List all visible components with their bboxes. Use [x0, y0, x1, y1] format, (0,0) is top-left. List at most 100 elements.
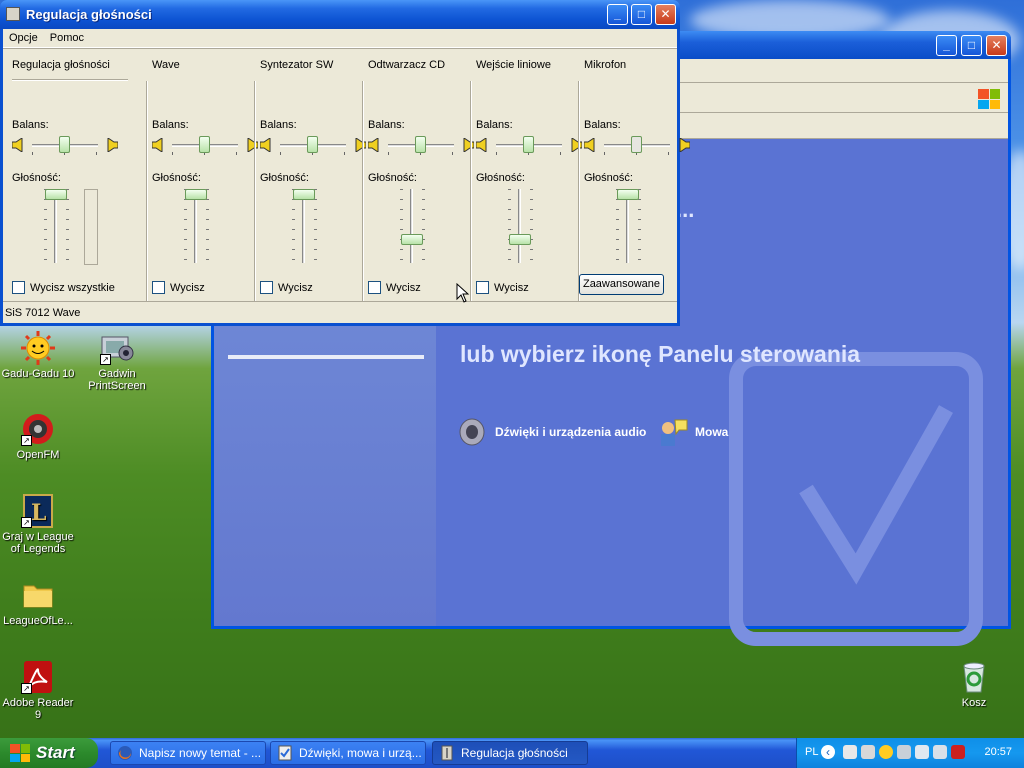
start-button[interactable]: Start: [0, 738, 98, 768]
lol-icon: L ↗: [21, 494, 55, 528]
volume-slider[interactable]: [176, 189, 216, 265]
volume-tick: [184, 249, 187, 250]
volume-track: [194, 189, 197, 263]
control-panel-icon: [277, 745, 293, 761]
volume-slider[interactable]: [36, 189, 76, 265]
mute-label: Wycisz: [170, 281, 205, 294]
volume-track: [302, 189, 305, 263]
checkbox-box[interactable]: [12, 281, 25, 294]
volume-tick: [184, 239, 187, 240]
volume-tick: [184, 259, 187, 260]
balance-slider[interactable]: [367, 136, 478, 155]
volume-tick: [400, 249, 403, 250]
balance-thumb[interactable]: [523, 136, 534, 153]
maximize-button[interactable]: □: [961, 35, 982, 56]
menu-options[interactable]: Opcje: [3, 29, 44, 47]
desktop-icon-gadwin[interactable]: ↗ Gadwin PrintScreen: [79, 331, 155, 392]
balance-slider[interactable]: [583, 136, 694, 155]
volume-thumb[interactable]: [401, 233, 423, 245]
volume-tick: [314, 219, 317, 220]
taskbar-button-volume[interactable]: Regulacja głośności: [432, 741, 588, 765]
printscreen-tray-icon[interactable]: [897, 745, 911, 759]
checkbox-box[interactable]: [476, 281, 489, 294]
balance-thumb[interactable]: [631, 136, 642, 153]
volume-thumb[interactable]: [509, 233, 531, 245]
desktop-icon-gadu-gadu[interactable]: Gadu-Gadu 10: [0, 331, 76, 380]
volume-tick: [508, 209, 511, 210]
maximize-button[interactable]: □: [631, 4, 652, 25]
close-button[interactable]: ✕: [655, 4, 676, 25]
volume-control-window[interactable]: Regulacja głośności _ □ ✕ Opcje Pomoc Re…: [0, 0, 691, 326]
checkbox-box[interactable]: [260, 281, 273, 294]
volume-tick: [422, 209, 425, 210]
volume-tick: [292, 229, 295, 230]
balance-slider[interactable]: [259, 136, 370, 155]
close-button[interactable]: ✕: [986, 35, 1007, 56]
menu-help[interactable]: Pomoc: [44, 29, 90, 47]
volume-thumb[interactable]: [617, 189, 639, 200]
link-sounds-audio[interactable]: Dźwięki i urządzenia audio: [457, 416, 646, 448]
watermark-checklist-icon: [729, 352, 983, 646]
show-hidden-icons-icon[interactable]: ‹: [821, 745, 835, 759]
checkbox-box[interactable]: [152, 281, 165, 294]
balance-slider[interactable]: [475, 136, 586, 155]
desktop-icon-lol[interactable]: L ↗ Graj w League of Legends: [0, 494, 76, 555]
speaker-left-icon: [367, 137, 380, 153]
volume-slider[interactable]: [392, 189, 432, 265]
network-icon[interactable]: [861, 745, 875, 759]
volume-tick: [422, 229, 425, 230]
balance-label: Balans:: [476, 119, 513, 131]
volume-slider[interactable]: [500, 189, 540, 265]
volume-slider[interactable]: [284, 189, 324, 265]
balance-thumb[interactable]: [59, 136, 70, 153]
checkbox-box[interactable]: [368, 281, 381, 294]
mute-checkbox[interactable]: Wycisz: [476, 281, 529, 294]
keyboard-icon[interactable]: [843, 745, 857, 759]
desktop-icon-adobe-reader[interactable]: ↗ Adobe Reader 9: [0, 660, 76, 721]
menu-bar: Opcje Pomoc: [3, 29, 677, 48]
desktop-icon-folder[interactable]: LeagueOfLe...: [0, 578, 76, 627]
minimize-button[interactable]: _: [607, 4, 628, 25]
desktop-icon-label: Kosz: [961, 697, 987, 709]
link-speech[interactable]: Mowa: [657, 416, 728, 448]
desktop-icon-recycle-bin[interactable]: Kosz: [936, 660, 1012, 709]
speaker-left-icon: [583, 137, 596, 153]
mute-checkbox[interactable]: Wycisz wszystkie: [12, 281, 115, 294]
mute-checkbox[interactable]: Wycisz: [260, 281, 313, 294]
balance-slider[interactable]: [151, 136, 262, 155]
volume-tick: [530, 189, 533, 190]
recycle-bin-icon: [957, 660, 991, 694]
balance-thumb[interactable]: [199, 136, 210, 153]
advanced-button[interactable]: Zaawansowane: [579, 274, 664, 295]
language-indicator[interactable]: PL: [805, 746, 818, 758]
volume-tick: [422, 189, 425, 190]
balance-thumb[interactable]: [307, 136, 318, 153]
volume-thumb[interactable]: [293, 189, 315, 200]
volume-thumb[interactable]: [45, 189, 67, 200]
volume-slider[interactable]: [608, 189, 648, 265]
volume-tick: [314, 259, 317, 260]
minimize-button[interactable]: _: [936, 35, 957, 56]
column-title: Wejście liniowe: [476, 59, 551, 71]
desktop-icon-openfm[interactable]: ↗ OpenFM: [0, 412, 76, 461]
volume-tick: [530, 199, 533, 200]
volume-tick: [66, 219, 69, 220]
taskbar-button-firefox[interactable]: Napisz nowy temat - ...: [110, 741, 266, 765]
taskbar-button-control-panel[interactable]: Dźwięki, mowa i urzą...: [270, 741, 426, 765]
volume-thumb[interactable]: [185, 189, 207, 200]
mouse-cursor-icon: [456, 283, 470, 303]
mute-checkbox[interactable]: Wycisz: [152, 281, 205, 294]
title-bar[interactable]: Regulacja głośności _ □ ✕: [0, 0, 680, 29]
balance-slider[interactable]: [11, 136, 122, 155]
volume-tick: [66, 259, 69, 260]
volume-track: [626, 189, 629, 263]
clock: 20:57: [984, 746, 1012, 758]
mute-checkbox[interactable]: Wycisz: [368, 281, 421, 294]
status-bar: SiS 7012 Wave: [3, 301, 677, 323]
safely-remove-icon[interactable]: [933, 745, 947, 759]
balance-thumb[interactable]: [415, 136, 426, 153]
speaker-tray-icon[interactable]: [915, 745, 929, 759]
gadu-gadu-tray-icon[interactable]: [879, 745, 893, 759]
antivirus-icon[interactable]: [951, 745, 965, 759]
desktop-icon-label: LeagueOfLe...: [3, 615, 73, 627]
